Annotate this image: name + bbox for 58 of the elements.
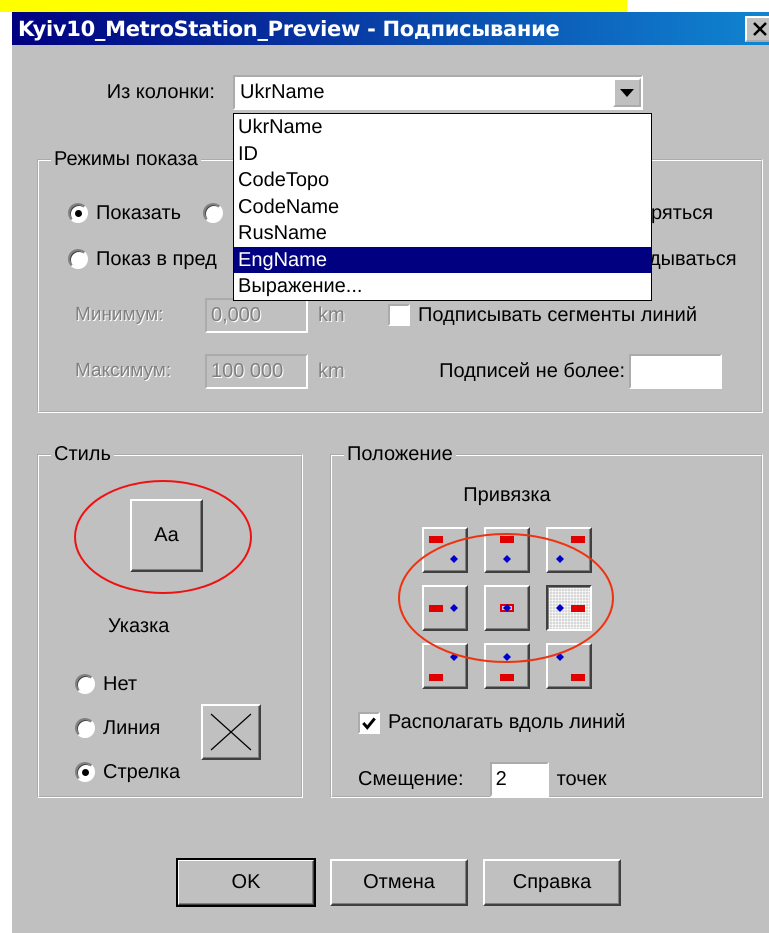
font-button[interactable]: Aa [130,499,203,572]
minimum-label: Минимум: [75,304,164,326]
offset-label: Смещение: [358,768,464,791]
checkmark-icon [361,714,377,730]
pointer-label: Указка [108,615,170,638]
option-label: дываться [649,248,737,270]
anchor-position-icon [556,653,585,681]
radio-button[interactable] [75,762,95,782]
maximum-label: Максимум: [75,360,172,382]
unit-label: km [318,360,345,382]
radio-label: Линия [103,716,160,740]
dropdown-option[interactable]: RusName [234,220,651,246]
anchor-label: Привязка [462,484,552,507]
max-labels-field[interactable] [629,354,722,388]
dropdown-option[interactable]: Выражение... [234,273,651,300]
group-title: Стиль [53,443,112,466]
dropdown-option[interactable]: UkrName [234,114,651,140]
dropdown-option[interactable]: CodeName [234,194,651,220]
dropdown-option[interactable]: CodeTopo [234,167,651,194]
dropdown-option[interactable]: EngName [234,246,651,273]
radio-label: Показать [96,202,182,224]
checkbox-label: Располагать вдоль линий [388,711,626,734]
anchor-position-icon [429,653,458,681]
anchor-button[interactable] [546,585,592,631]
window-title: Kyiv10_MetroStation_Preview - Подписывание [18,16,560,40]
checkbox[interactable] [358,712,380,734]
option-label: ряться [651,202,714,224]
anchor-position-icon [556,536,585,563]
group-title: Положение [346,443,454,466]
anchor-position-icon [500,653,514,681]
close-button[interactable] [745,16,769,42]
radio-button[interactable] [68,203,88,223]
column-dropdown[interactable]: UkrName [233,75,643,110]
unit-label: km [318,304,345,326]
anchor-position-icon [429,536,458,563]
max-labels-label: Подписей не более: [439,360,625,382]
anchor-position-icon [429,604,458,612]
cancel-button[interactable]: Отмена [330,859,468,906]
ok-button[interactable]: OK [177,859,315,906]
anchor-position-icon [556,604,585,612]
dropdown-option[interactable]: ID [234,140,651,167]
radio-button[interactable] [75,718,95,738]
radio-button[interactable] [203,203,224,223]
pointer-preview-button[interactable] [201,704,262,760]
radio-button[interactable] [68,249,88,269]
anchor-position-icon [500,604,514,612]
unit-label: точек [556,768,606,791]
group-title: Режимы показа [53,148,199,171]
column-label: Из колонки: [106,81,215,104]
checkbox-label: Подписывать сегменты линий [418,304,697,326]
radio-label: Показ в пред [96,248,217,270]
radio-button[interactable] [75,674,95,694]
help-button[interactable]: Справка [483,859,621,906]
anchor-position-icon [500,536,514,563]
checkbox[interactable] [388,304,410,326]
radio-label: Стрелка [103,760,180,784]
radio-label: Нет [103,672,138,696]
offset-field[interactable]: 2 [490,762,549,797]
